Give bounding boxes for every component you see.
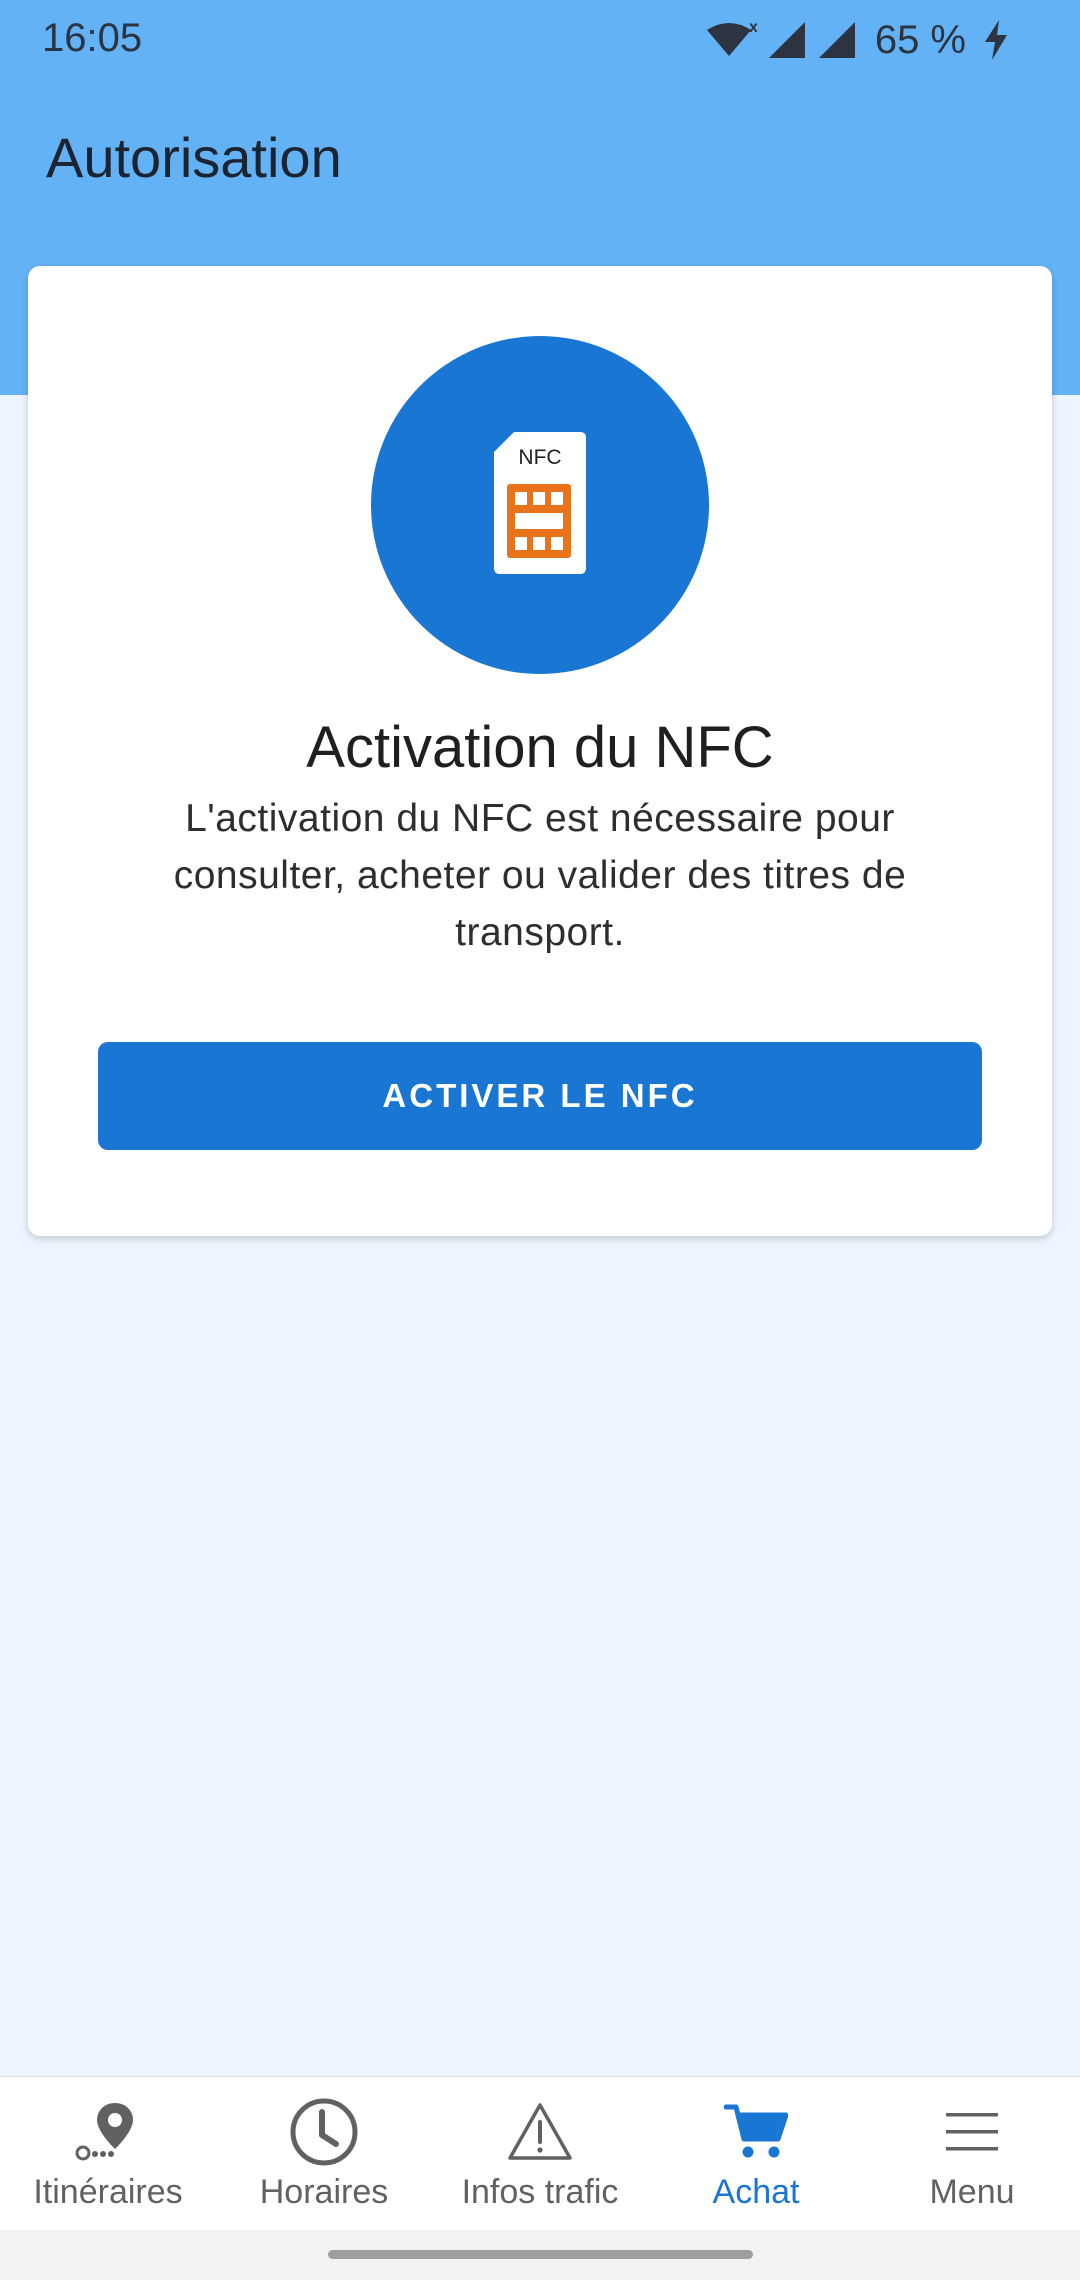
status-time: 16:05 bbox=[42, 16, 143, 60]
nfc-sim-icon: NFC bbox=[494, 431, 586, 579]
hamburger-icon bbox=[944, 2097, 1000, 2167]
nav-label-menu: Menu bbox=[929, 2173, 1015, 2211]
nfc-chip-label: NFC bbox=[518, 446, 561, 469]
nfc-activation-card: NFC Activation du NFC L'activation du NF… bbox=[28, 266, 1052, 1236]
route-pin-icon bbox=[75, 2097, 141, 2167]
svg-text:x: x bbox=[749, 20, 757, 36]
battery-percent: 65 % bbox=[874, 17, 966, 62]
nav-item-itineraires[interactable]: Itinéraires bbox=[0, 2077, 216, 2230]
nav-item-achat[interactable]: Achat bbox=[648, 2077, 864, 2230]
screen: 16:05 x 65 % Autorisation NFC Activation… bbox=[0, 0, 1080, 2280]
card-description: L'activation du NFC est nécessaire pour … bbox=[173, 797, 907, 954]
card-title: Activation du NFC bbox=[306, 715, 774, 780]
warning-icon bbox=[507, 2097, 573, 2167]
status-bar: 16:05 x 65 % bbox=[0, 0, 1080, 80]
charging-icon bbox=[982, 20, 1010, 60]
cart-icon bbox=[724, 2097, 788, 2167]
nav-label-itineraires: Itinéraires bbox=[33, 2173, 183, 2211]
nav-item-horaires[interactable]: Horaires bbox=[216, 2077, 432, 2230]
activate-nfc-button[interactable]: ACTIVER LE NFC bbox=[98, 1042, 982, 1150]
signal-icon bbox=[767, 20, 807, 60]
nav-label-horaires: Horaires bbox=[259, 2173, 389, 2211]
gesture-bar bbox=[0, 2230, 1080, 2280]
nav-label-achat: Achat bbox=[712, 2173, 800, 2211]
nav-item-infos-trafic[interactable]: Infos trafic bbox=[432, 2077, 648, 2230]
nfc-icon-circle: NFC bbox=[371, 336, 709, 674]
nav-item-menu[interactable]: Menu bbox=[864, 2077, 1080, 2230]
nav-label-infos-trafic: Infos trafic bbox=[461, 2173, 619, 2211]
signal-icon bbox=[817, 20, 857, 60]
home-gesture-handle[interactable] bbox=[328, 2250, 753, 2259]
status-icons: x 65 % bbox=[705, 18, 1010, 62]
wifi-icon: x bbox=[705, 20, 757, 60]
clock-icon bbox=[290, 2097, 358, 2167]
page-title: Autorisation bbox=[46, 126, 342, 189]
bottom-nav: Itinéraires Horaires Infos trafic Achat … bbox=[0, 2076, 1080, 2230]
